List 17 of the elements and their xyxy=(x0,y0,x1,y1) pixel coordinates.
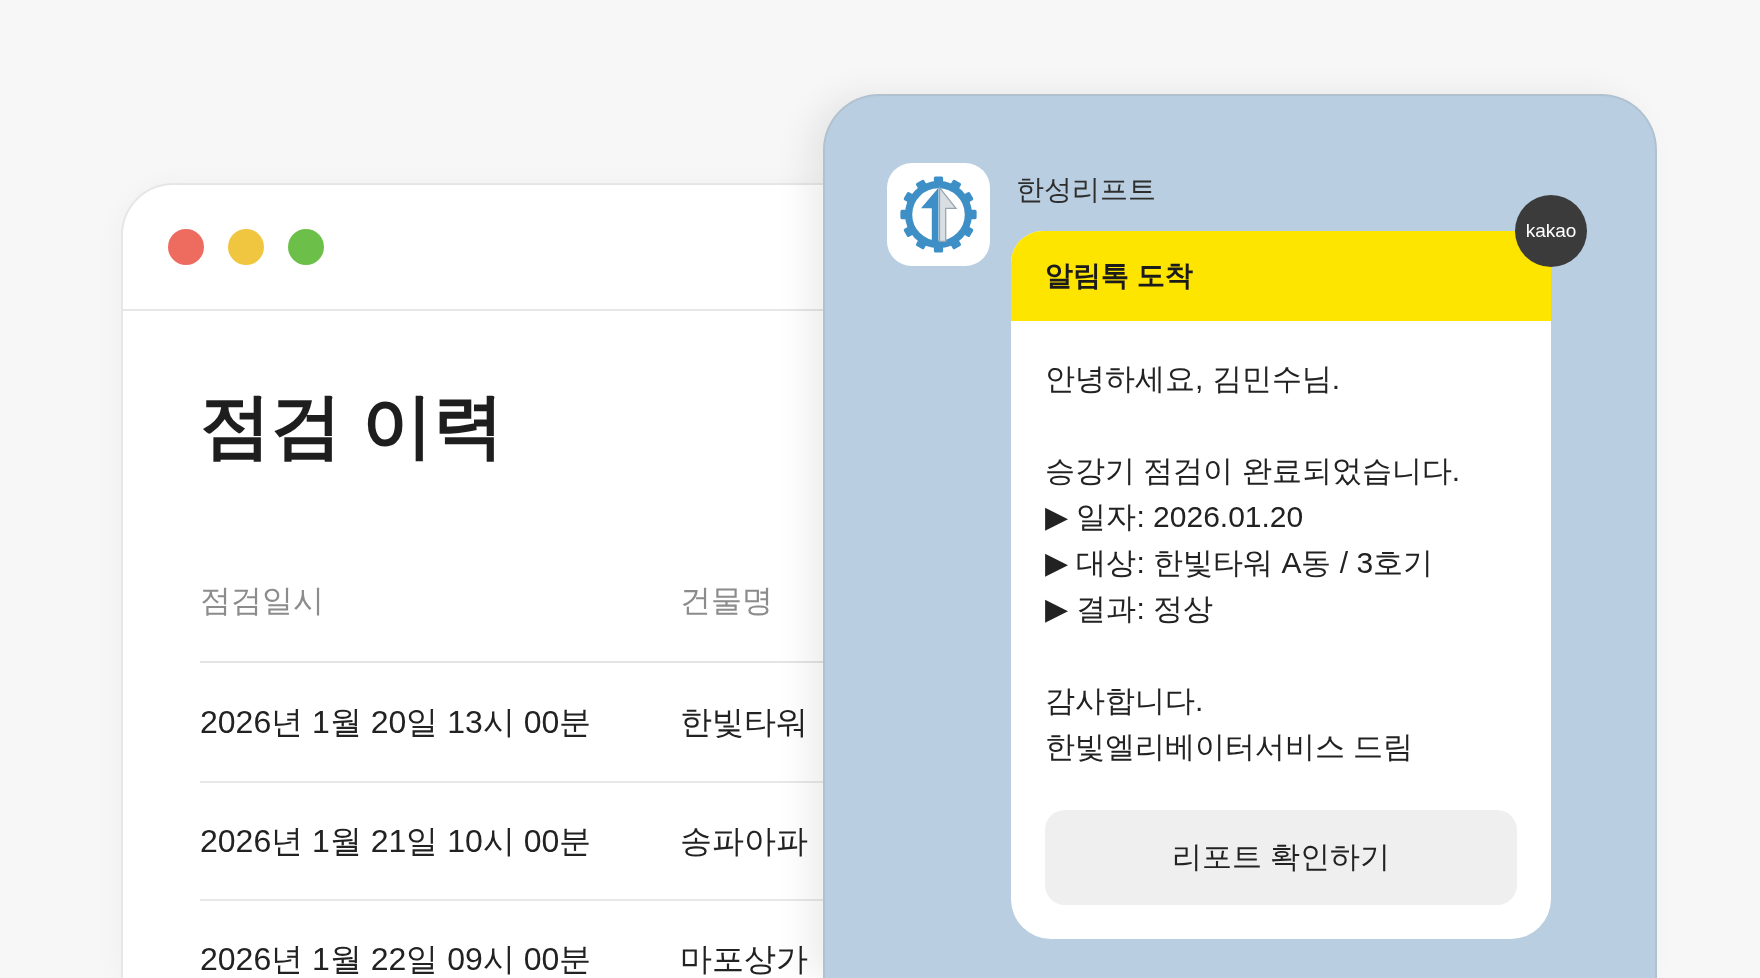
page-title: 점검 이력 xyxy=(200,385,505,467)
message-text: 승강기 점검이 완료되었습니다. ▶ 일자: 2026.01.20 ▶ 대상: 한빛타워 A동 / 3호기 ▶ 결과: 정상 xyxy=(1045,453,1461,627)
column-header: 건물명 xyxy=(680,582,774,620)
window-control-icon[interactable] xyxy=(288,229,324,265)
report-button[interactable]: 리포트 확인하기 xyxy=(1045,810,1517,905)
table-cell-text: 한빛타워 xyxy=(680,706,809,739)
table-cell-text: 2026년 1월 20일 13시 00분 xyxy=(200,706,593,739)
column-header: 점검일시 xyxy=(200,582,325,620)
window-control-icon[interactable] xyxy=(168,229,204,265)
table-cell-text: 2026년 1월 22일 09시 00분 xyxy=(200,943,593,976)
table-cell-text: 2026년 1월 21일 10시 00분 xyxy=(200,825,593,858)
table-cell-text: 송파아파 xyxy=(680,825,809,858)
table-cell-text: 마포상가 xyxy=(680,943,809,976)
message-text: 감사합니다. 한빛엘리베이터서비스 드림 xyxy=(1045,683,1415,765)
window-control-icon[interactable] xyxy=(228,229,264,265)
sender-name: 한성리프트 xyxy=(1016,173,1156,207)
message-text: 안녕하세요, 김민수님. xyxy=(1045,361,1341,397)
